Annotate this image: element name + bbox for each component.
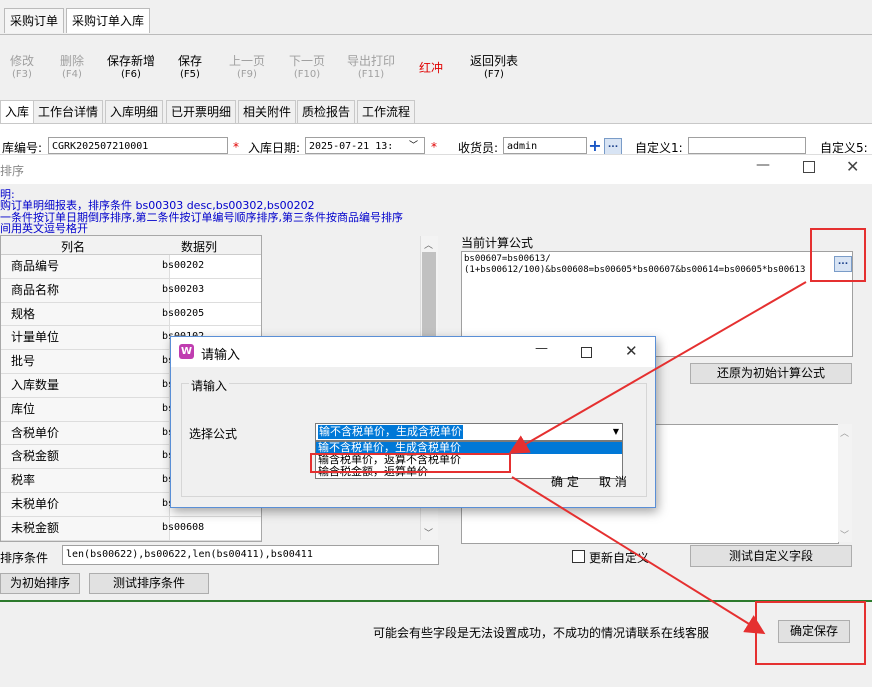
annotation-arrow-to-option <box>508 281 807 455</box>
annotation-arrow-to-confirm <box>511 476 766 635</box>
annotation-arrows <box>508 281 807 635</box>
